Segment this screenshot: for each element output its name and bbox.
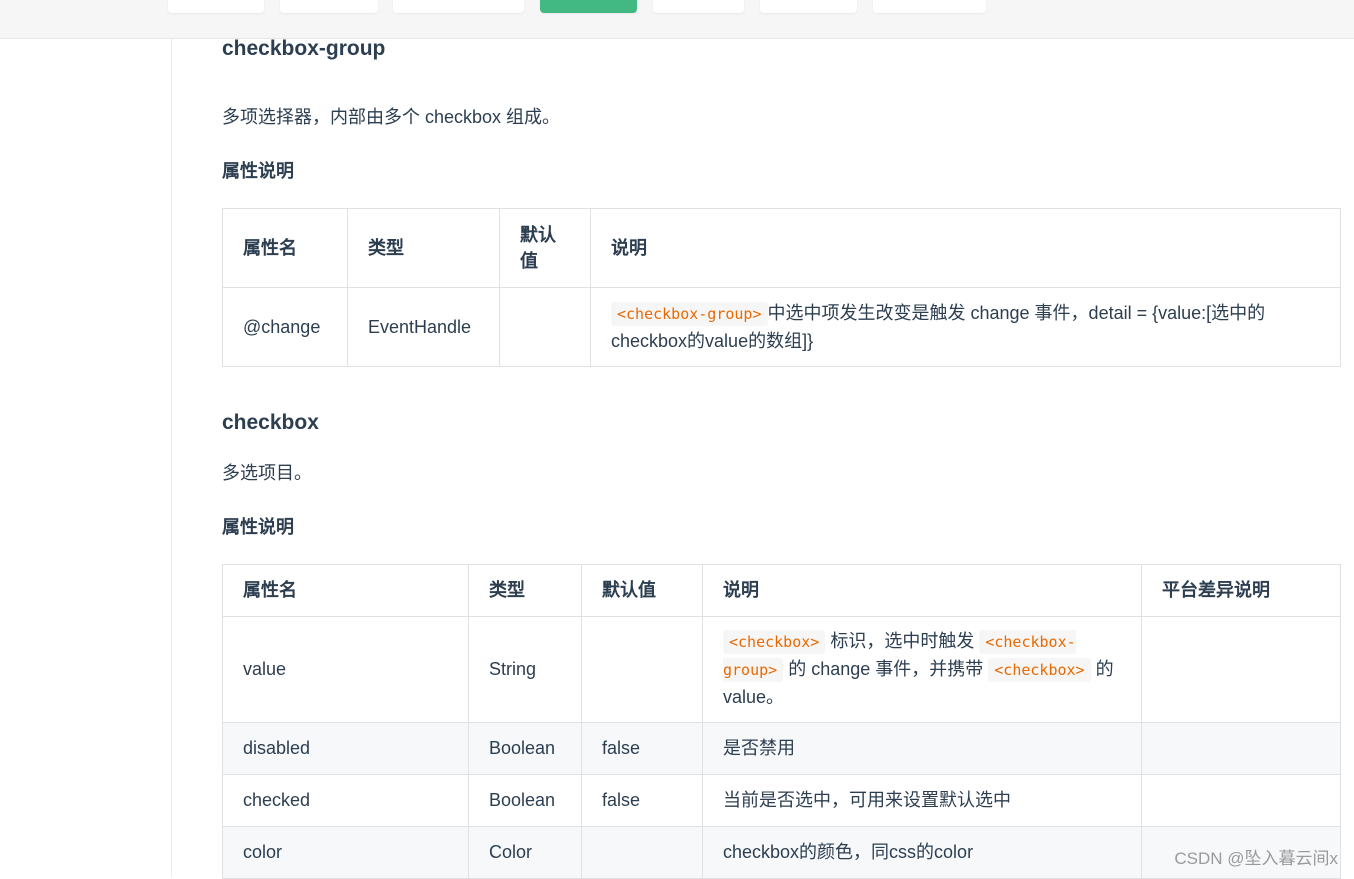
nav-tab[interactable]	[653, 0, 744, 13]
col-header-type: 类型	[469, 565, 582, 617]
section-description: 多项选择器，内部由多个 checkbox 组成。	[222, 105, 560, 130]
props-heading: 属性说明	[222, 160, 294, 183]
col-header-desc: 说明	[703, 565, 1142, 617]
desc-text: 的 change 事件，并携带	[788, 659, 983, 679]
nav-tab[interactable]	[760, 0, 857, 13]
nav-tab[interactable]	[168, 0, 264, 13]
section-description: 多选项目。	[222, 461, 312, 486]
col-header-type: 类型	[348, 209, 500, 288]
code-tag: <checkbox>	[988, 658, 1090, 682]
col-header-name: 属性名	[223, 565, 469, 617]
cell-default	[582, 827, 703, 879]
cell-platform	[1142, 723, 1341, 775]
table-row: disabled Boolean false 是否禁用	[223, 723, 1341, 775]
nav-tab[interactable]	[280, 0, 378, 13]
code-tag: <checkbox-group>	[611, 302, 768, 326]
cell-name: value	[223, 617, 469, 723]
cell-desc: checkbox的颜色，同css的color	[703, 827, 1142, 879]
cell-type: Boolean	[469, 723, 582, 775]
cell-default: false	[582, 775, 703, 827]
cell-desc: 当前是否选中，可用来设置默认选中	[703, 775, 1142, 827]
col-header-name: 属性名	[223, 209, 348, 288]
top-nav-bar	[0, 0, 1354, 39]
col-header-desc: 说明	[591, 209, 1341, 288]
cell-name: @change	[223, 288, 348, 367]
cell-desc: 是否禁用	[703, 723, 1142, 775]
cell-desc: <checkbox-group>中选中项发生改变是触发 change 事件，de…	[591, 288, 1341, 367]
cell-default	[500, 288, 591, 367]
nav-tab-active[interactable]	[540, 0, 637, 13]
cell-type: String	[469, 617, 582, 723]
cell-name: disabled	[223, 723, 469, 775]
nav-tab[interactable]	[393, 0, 524, 13]
table-row: checked Boolean false 当前是否选中，可用来设置默认选中	[223, 775, 1341, 827]
cell-name: color	[223, 827, 469, 879]
nav-tab[interactable]	[873, 0, 986, 13]
props-table-checkbox: 属性名 类型 默认值 说明 平台差异说明 value String <check…	[222, 564, 1341, 879]
sidebar-divider	[171, 39, 172, 877]
cell-desc: <checkbox> 标识，选中时触发 <checkbox-group> 的 c…	[703, 617, 1142, 723]
table-row: color Color checkbox的颜色，同css的color	[223, 827, 1341, 879]
cell-default: false	[582, 723, 703, 775]
col-header-platform: 平台差异说明	[1142, 565, 1341, 617]
code-tag: <checkbox>	[723, 630, 825, 654]
col-header-default: 默认 值	[500, 209, 591, 288]
cell-type: Boolean	[469, 775, 582, 827]
desc-text: 标识，选中时触发	[830, 631, 974, 651]
cell-type: EventHandle	[348, 288, 500, 367]
cell-name: checked	[223, 775, 469, 827]
table-header-row: 属性名 类型 默认值 说明 平台差异说明	[223, 565, 1341, 617]
section-title-checkbox-group: checkbox-group	[222, 35, 385, 62]
cell-platform	[1142, 775, 1341, 827]
section-title-checkbox: checkbox	[222, 409, 319, 436]
cell-type: Color	[469, 827, 582, 879]
col-header-default: 默认值	[582, 565, 703, 617]
table-header-row: 属性名 类型 默认 值 说明	[223, 209, 1341, 288]
cell-platform	[1142, 617, 1341, 723]
table-row: value String <checkbox> 标识，选中时触发 <checkb…	[223, 617, 1341, 723]
watermark: CSDN @坠入暮云间x	[1174, 844, 1338, 869]
table-row: @change EventHandle <checkbox-group>中选中项…	[223, 288, 1341, 367]
props-heading: 属性说明	[222, 516, 294, 539]
props-table-checkbox-group: 属性名 类型 默认 值 说明 @change EventHandle <chec…	[222, 208, 1341, 367]
cell-default	[582, 617, 703, 723]
